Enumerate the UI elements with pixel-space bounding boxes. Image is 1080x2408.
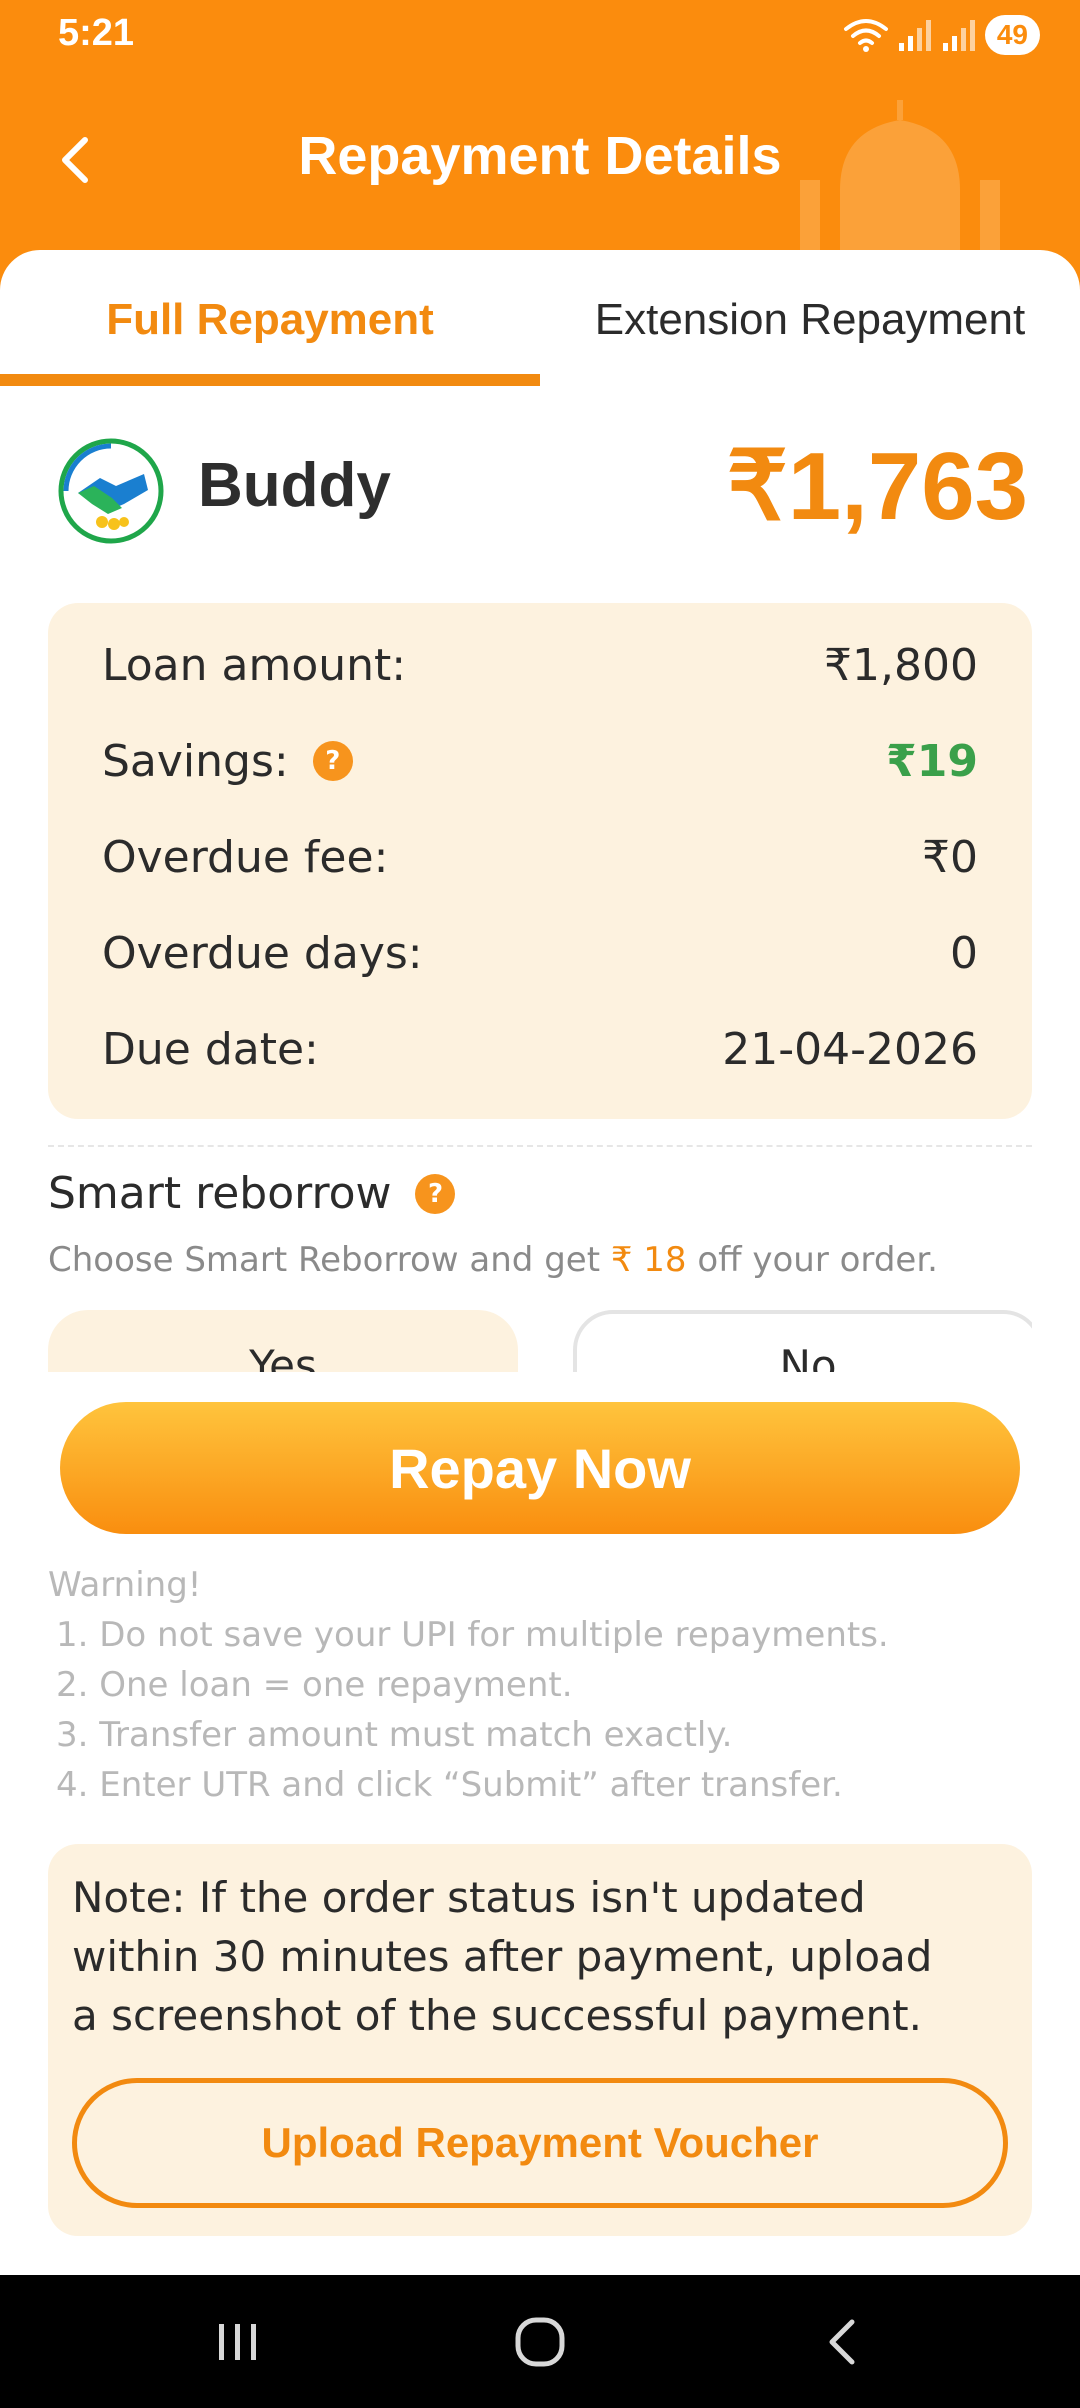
divider: [48, 1145, 1032, 1147]
status-time: 5:21: [58, 12, 135, 54]
upload-note-panel: Note: If the order status isn't updated …: [48, 1844, 1032, 2236]
status-icons: 49: [843, 14, 1040, 56]
detail-label: Loan amount:: [102, 639, 407, 691]
home-icon: [515, 2317, 565, 2366]
loan-details-panel: Loan amount: ₹1,800 Savings: ? ₹19 Overd…: [48, 603, 1032, 1119]
content-card: Full Repayment Extension Repayment Buddy…: [0, 250, 1080, 2275]
page-title: Repayment Details: [298, 126, 782, 186]
active-tab-indicator: [0, 374, 540, 386]
tab-extension-repayment[interactable]: Extension Repayment: [540, 250, 1080, 390]
detail-value: 21-04-2026: [722, 1023, 978, 1075]
nav-home-button[interactable]: [470, 2275, 610, 2408]
warning-item: 4. Enter UTR and click “Submit” after tr…: [56, 1765, 843, 1805]
note-text: Note: If the order status isn't updated …: [72, 1873, 933, 2040]
detail-row-due-date: Due date: 21-04-2026: [102, 1019, 978, 1079]
system-nav-bar: [0, 2275, 1080, 2408]
signal-icon: [942, 20, 975, 51]
warning-item: 1. Do not save your UPI for multiple rep…: [56, 1615, 889, 1655]
repayment-amount: ₹1,763: [726, 433, 1028, 540]
smart-sub-prefix: Choose Smart Reborrow and get: [48, 1240, 611, 1280]
question-circle-icon[interactable]: ?: [415, 1173, 456, 1214]
reborrow-yes-button[interactable]: Yes: [48, 1310, 518, 1372]
savings-value: ₹19: [886, 735, 978, 787]
detail-value: ₹0: [922, 831, 978, 883]
warning-item: 3. Transfer amount must match exactly.: [56, 1715, 733, 1755]
brand-row: Buddy ₹1,763: [0, 430, 1080, 560]
question-circle-icon[interactable]: ?: [312, 741, 353, 781]
recents-icon: [219, 2323, 256, 2360]
lender-name: Buddy: [198, 451, 391, 520]
battery-indicator: 49: [984, 15, 1040, 55]
nav-recents-button[interactable]: [168, 2275, 308, 2408]
warning-title: Warning!: [48, 1565, 202, 1605]
back-icon: [829, 2319, 855, 2364]
smart-sub-discount: ₹ 18: [610, 1240, 687, 1280]
warning-item: 2. One loan = one repayment.: [56, 1665, 573, 1705]
detail-label-wrap: Savings: ?: [102, 736, 353, 787]
repay-now-button[interactable]: Repay Now: [60, 1402, 1020, 1534]
reborrow-yes-label: Yes: [249, 1340, 317, 1373]
signal-icon: [898, 20, 931, 51]
detail-label: Overdue days:: [102, 927, 423, 979]
detail-row-savings: Savings: ? ₹19: [102, 731, 978, 791]
warning-block: Warning! 1. Do not save your UPI for mul…: [48, 1560, 1032, 1810]
detail-row-overdue-fee: Overdue fee: ₹0: [102, 827, 978, 887]
reborrow-no-label: No: [779, 1340, 837, 1373]
reborrow-choices: Yes No: [48, 1310, 1032, 1372]
smart-reborrow-label: Smart reborrow: [48, 1168, 392, 1219]
repayment-tabs: Full Repayment Extension Repayment: [0, 250, 1080, 390]
smart-reborrow-description: Choose Smart Reborrow and get ₹ 18 off y…: [48, 1240, 938, 1280]
detail-label: Overdue fee:: [102, 831, 389, 883]
tab-full-repayment[interactable]: Full Repayment: [0, 250, 540, 390]
reborrow-no-button[interactable]: No: [573, 1310, 1032, 1372]
detail-value: ₹1,800: [824, 639, 978, 691]
smart-reborrow-title: Smart reborrow ?: [48, 1168, 456, 1219]
detail-row-loan-amount: Loan amount: ₹1,800: [102, 635, 978, 695]
wifi-icon: [843, 19, 888, 52]
detail-label: Savings:: [102, 735, 289, 787]
handshake-logo-icon: [58, 438, 164, 544]
status-bar: 5:21 49: [0, 0, 1080, 70]
nav-back-button[interactable]: [772, 2275, 912, 2408]
smart-sub-suffix: off your order.: [686, 1240, 938, 1280]
upload-voucher-button[interactable]: Upload Repayment Voucher: [72, 2078, 1008, 2208]
detail-row-overdue-days: Overdue days: 0: [102, 923, 978, 983]
detail-label: Due date:: [102, 1023, 319, 1075]
detail-value: 0: [950, 927, 978, 979]
